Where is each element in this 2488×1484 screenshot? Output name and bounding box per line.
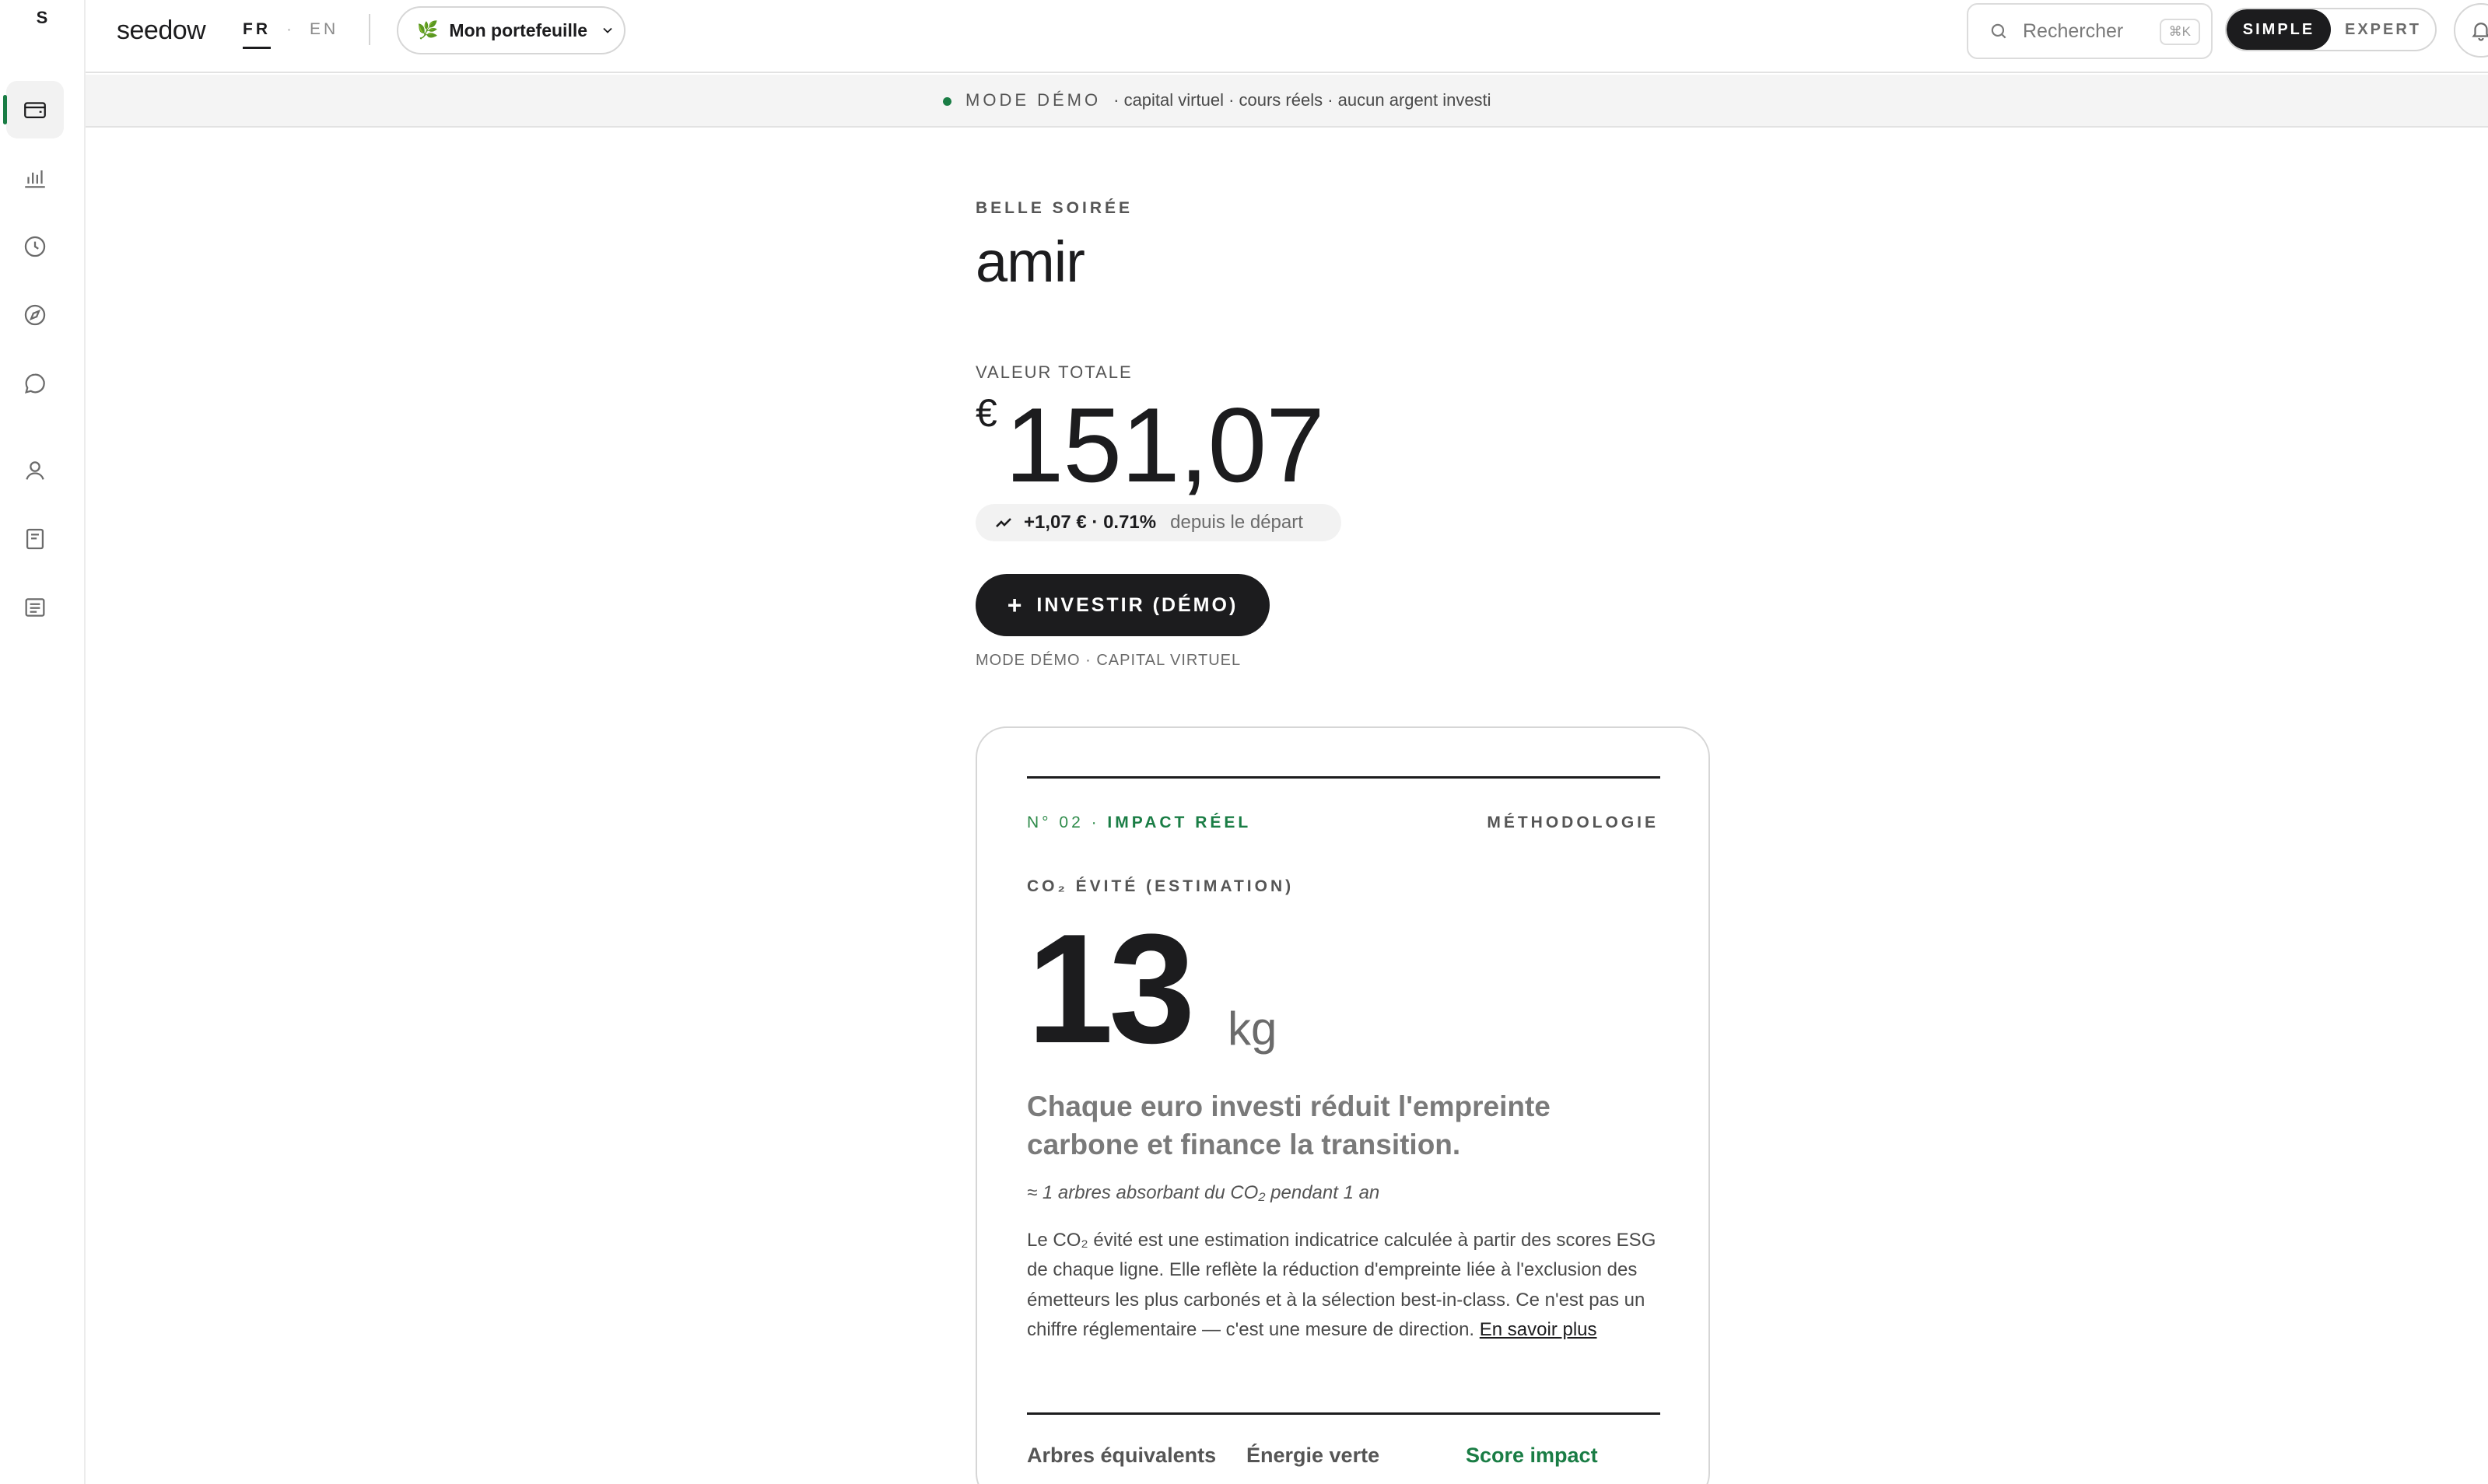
stat-impact-score[interactable]: Score impact — [1466, 1444, 1598, 1468]
total-value-label: VALEUR TOTALE — [976, 362, 1133, 382]
plus-icon: + — [1007, 590, 1025, 619]
nav-documents[interactable] — [6, 579, 64, 636]
user-icon — [26, 461, 44, 480]
greeting: BELLE SOIRÉE — [976, 199, 1134, 217]
performance-since: depuis le départ — [1170, 512, 1303, 533]
portfolio-selector[interactable]: 🌿 Mon portefeuille — [397, 6, 626, 54]
nav-learn[interactable] — [6, 510, 64, 568]
invest-label: INVESTIR (DÉMO) — [1036, 593, 1239, 616]
card-kicker: N° 02 · IMPACT RÉEL — [1027, 814, 1251, 832]
clock-icon — [24, 236, 46, 257]
kicker-title: IMPACT RÉEL — [1107, 814, 1252, 831]
trend-up-icon — [996, 518, 1011, 527]
impact-description: Le CO₂ évité est une estimation indicatr… — [1027, 1226, 1665, 1346]
nav-analytics[interactable] — [6, 149, 64, 207]
total-amount: 151,07 — [1004, 386, 1325, 504]
lang-en[interactable]: EN — [310, 20, 338, 39]
mode-toggle: SIMPLE EXPERT — [2225, 8, 2437, 51]
stat-trees[interactable]: Arbres équivalents — [1027, 1444, 1216, 1468]
card-rule-top — [1027, 776, 1660, 779]
top-bar: seedow FR · EN 🌿 Mon portefeuille Recher… — [86, 0, 2488, 73]
nav-explore[interactable] — [6, 286, 64, 344]
nav-chat[interactable] — [6, 355, 64, 412]
stat-green-energy[interactable]: Énergie verte — [1246, 1444, 1379, 1468]
lang-separator: · — [286, 20, 292, 38]
invest-button[interactable]: + INVESTIR (DÉMO) — [976, 574, 1270, 636]
kicker-number: N° 02 · — [1027, 814, 1108, 831]
co2-value: 13 — [1027, 902, 1195, 1076]
co2-label: CO₂ ÉVITÉ (ESTIMATION) — [1027, 877, 1295, 895]
tree-equivalent-note: ≈ 1 arbres absorbant du CO₂ pendant 1 an — [1027, 1182, 1380, 1203]
header-divider — [369, 14, 370, 45]
brand-wordmark[interactable]: seedow — [117, 16, 206, 46]
co2-unit: kg — [1228, 1003, 1277, 1055]
banner-mode: MODE DÉMO — [965, 90, 1102, 110]
search-placeholder: Rechercher — [2023, 19, 2124, 42]
learn-more-link[interactable]: En savoir plus — [1480, 1319, 1597, 1340]
notifications-button[interactable] — [2454, 3, 2488, 58]
nav-portfolio[interactable] — [3, 81, 64, 138]
bar-chart-icon — [25, 170, 45, 188]
nav-history[interactable] — [6, 218, 64, 275]
currency-symbol: € — [976, 391, 997, 435]
document-icon — [25, 598, 45, 617]
performance-value: +1,07 € · 0.71% — [1024, 512, 1157, 533]
nav-profile[interactable] — [6, 442, 64, 499]
search-icon — [1991, 23, 2006, 39]
status-dot — [943, 96, 951, 106]
banner-text: · capital virtuel · cours réels · aucun … — [1113, 90, 1491, 110]
book-icon — [26, 528, 44, 550]
performance-badge: +1,07 € · 0.71% depuis le départ — [976, 504, 1341, 541]
compass-icon — [24, 304, 46, 326]
search-bar[interactable]: Rechercher ⌘K — [1967, 3, 2213, 59]
lang-fr[interactable]: FR — [243, 20, 271, 49]
sidebar: S — [0, 0, 86, 1484]
demo-banner: MODE DÉMO · capital virtuel · cours réels… — [86, 75, 2488, 128]
username: amir — [976, 229, 1085, 294]
search-shortcut: ⌘K — [2159, 19, 2200, 45]
total-value: € 151,07 — [976, 384, 1325, 504]
impact-card: N° 02 · IMPACT RÉEL MÉTHODOLOGIE CO₂ ÉVI… — [976, 726, 1710, 1484]
chat-icon — [25, 373, 45, 394]
methodology-link[interactable]: MÉTHODOLOGIE — [1487, 814, 1659, 832]
bell-icon — [2472, 23, 2488, 41]
demo-note: MODE DÉMO · CAPITAL VIRTUEL — [976, 652, 1242, 669]
mode-expert-button[interactable]: EXPERT — [2331, 9, 2435, 50]
leaf-icon: 🌿 — [417, 20, 439, 40]
portfolio-label: Mon portefeuille — [449, 19, 588, 40]
impact-headline: Chaque euro investi réduit l'empreinte c… — [1027, 1090, 1551, 1161]
app-logo[interactable]: S — [0, 8, 84, 28]
mode-simple-button[interactable]: SIMPLE — [2227, 9, 2331, 50]
card-rule-bottom — [1027, 1412, 1660, 1415]
chevron-down-icon — [603, 27, 612, 33]
wallet-icon — [24, 102, 46, 119]
